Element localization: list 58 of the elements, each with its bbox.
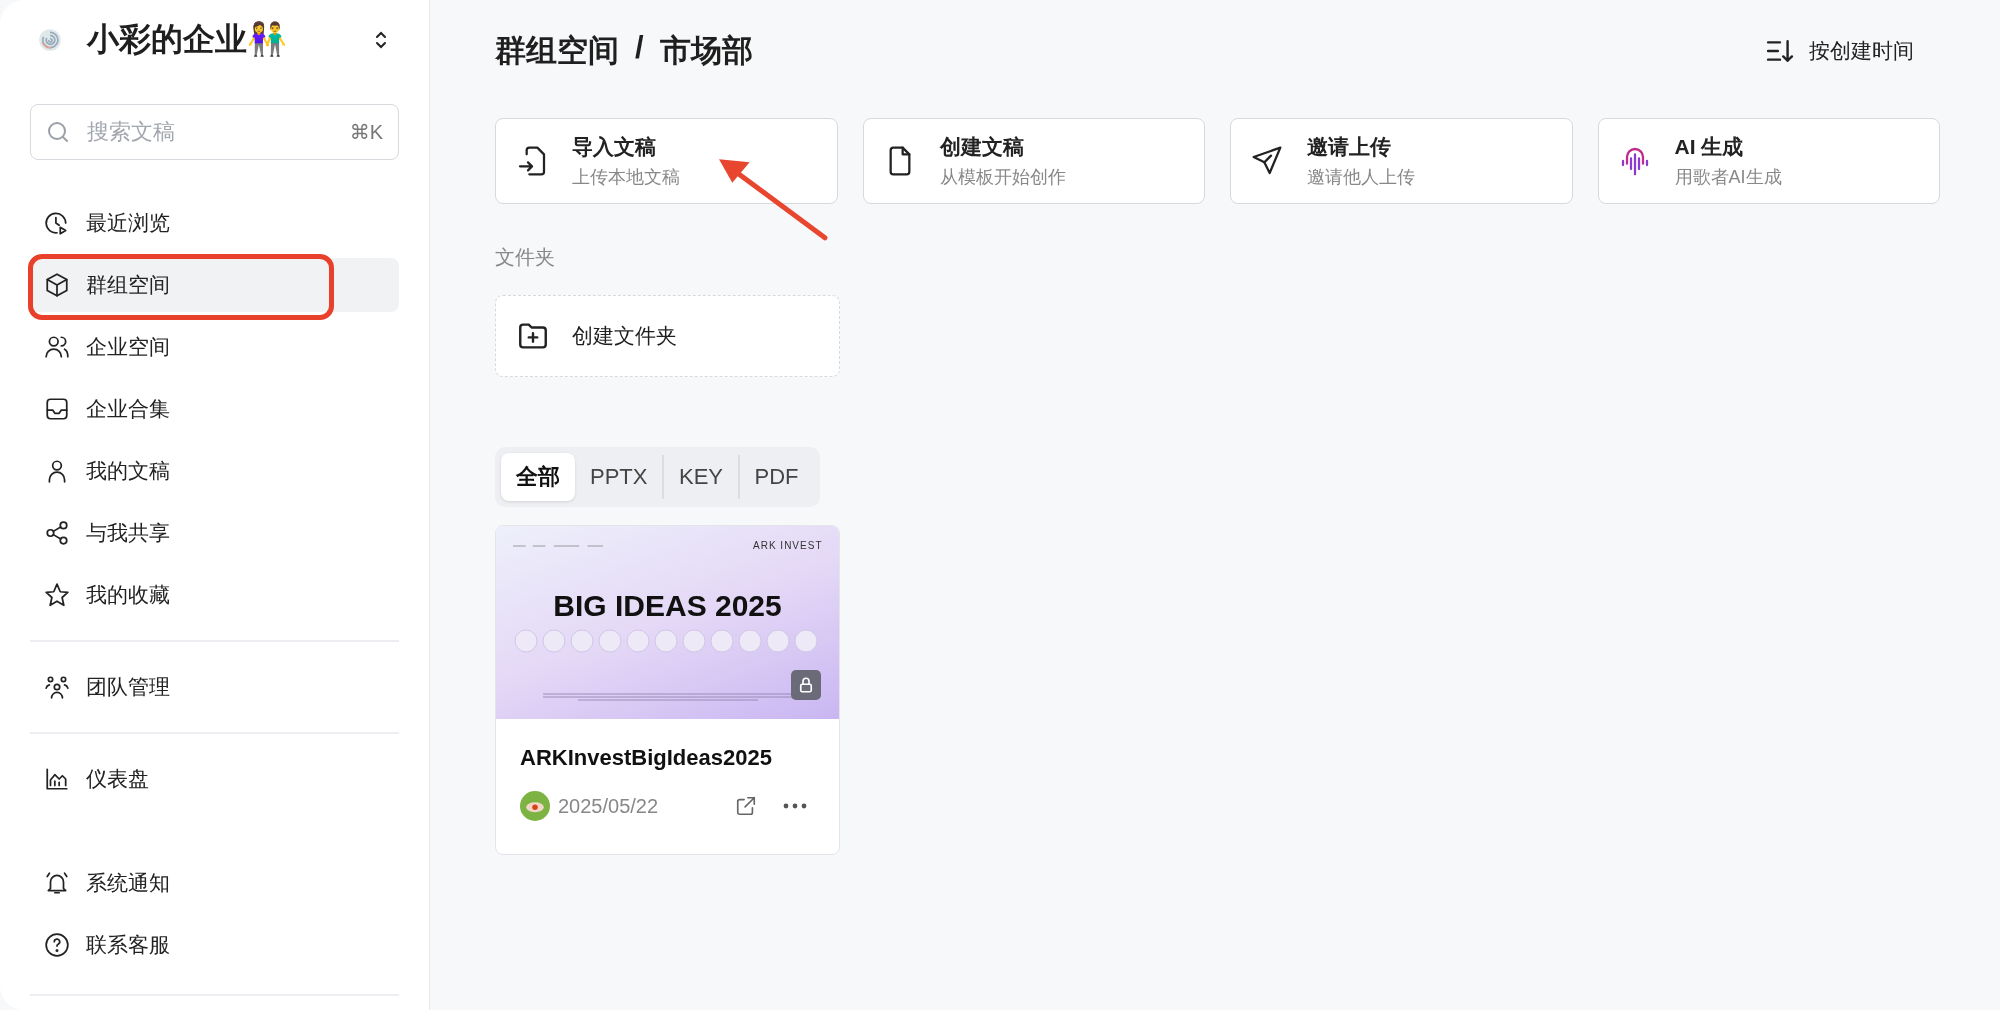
star-icon: [44, 582, 70, 608]
workspace-name: 小彩的企业👫: [87, 20, 288, 59]
action-title: 导入文稿: [572, 134, 657, 160]
file-import-icon: [516, 145, 548, 177]
action-subtitle: 从模板开始创作: [939, 166, 1066, 189]
sidebar-item[interactable]: 企业空间: [30, 320, 399, 374]
brand-logo-text: ARK INVEST: [753, 540, 823, 551]
search-icon: [46, 120, 70, 144]
sidebar-item[interactable]: 仪表盘: [30, 752, 399, 806]
inbox-icon: [44, 396, 70, 422]
sidebar-item[interactable]: 系统通知: [30, 856, 399, 910]
sort-icon: [1765, 38, 1795, 64]
breadcrumb-item[interactable]: 群组空间: [495, 30, 619, 72]
document-card[interactable]: ARK INVEST BIG IDEAS 2025 ARKInvestBigIdeas2025 2025/05/22: [495, 525, 840, 855]
sidebar-item[interactable]: 团队管理: [30, 660, 399, 714]
filter-tab[interactable]: PDF: [739, 455, 814, 499]
sort-button[interactable]: 按创建时间: [1759, 36, 1920, 66]
document-title: ARKInvestBigIdeas2025: [520, 745, 772, 770]
users-icon: [44, 334, 70, 360]
action-title: AI 生成: [1674, 134, 1745, 160]
chart-icon: [44, 766, 70, 792]
breadcrumb-item: 市场部: [659, 32, 753, 70]
swirl-logo-icon: [37, 27, 63, 53]
sidebar-item[interactable]: 与我共享: [30, 506, 399, 560]
slide-headline: BIG IDEAS 2025: [553, 589, 782, 623]
external-link-icon[interactable]: [735, 795, 757, 817]
action-card[interactable]: AI 生成 用歌者AI生成: [1597, 118, 1940, 204]
sidebar-item[interactable]: 我的文稿: [30, 444, 399, 498]
action-card[interactable]: 创建文稿 从模板开始创作: [862, 118, 1205, 204]
sidebar-item[interactable]: 企业合集: [30, 382, 399, 436]
sidebar-item[interactable]: 我的收藏: [30, 568, 399, 622]
breadcrumb-separator: /: [635, 30, 644, 67]
cube-icon: [44, 272, 70, 298]
document-date: 2025/05/22: [558, 794, 660, 818]
create-folder-button[interactable]: 创建文件夹: [495, 295, 840, 377]
action-subtitle: 邀请他人上传: [1307, 166, 1415, 189]
team-icon: [44, 674, 70, 700]
filter-tab[interactable]: 全部: [501, 453, 575, 501]
action-subtitle: 用歌者AI生成: [1674, 166, 1782, 189]
clock-play-icon: [44, 210, 70, 236]
avatar-icon: [520, 791, 550, 821]
more-icon[interactable]: [783, 803, 807, 809]
help-icon: [44, 932, 70, 958]
sidebar-item[interactable]: 最近浏览: [30, 196, 399, 250]
section-label: 文件夹: [495, 245, 556, 270]
action-title: 创建文稿: [939, 134, 1025, 160]
sidebar-item[interactable]: 联系客服: [30, 918, 399, 972]
action-subtitle: 上传本地文稿: [572, 166, 680, 189]
action-card[interactable]: 导入文稿 上传本地文稿: [495, 118, 838, 204]
paper-plane-icon: [1251, 145, 1283, 177]
action-title: 邀请上传: [1307, 134, 1392, 160]
filter-tab[interactable]: PPTX: [575, 455, 663, 499]
action-card[interactable]: 邀请上传 邀请他人上传: [1230, 118, 1573, 204]
shortcut-hint: ⌘K: [349, 120, 383, 144]
share-icon: [44, 520, 70, 546]
sidebar-item[interactable]: 群组空间: [30, 258, 399, 312]
bell-icon: [44, 870, 70, 896]
filter-tab[interactable]: KEY: [663, 455, 738, 499]
